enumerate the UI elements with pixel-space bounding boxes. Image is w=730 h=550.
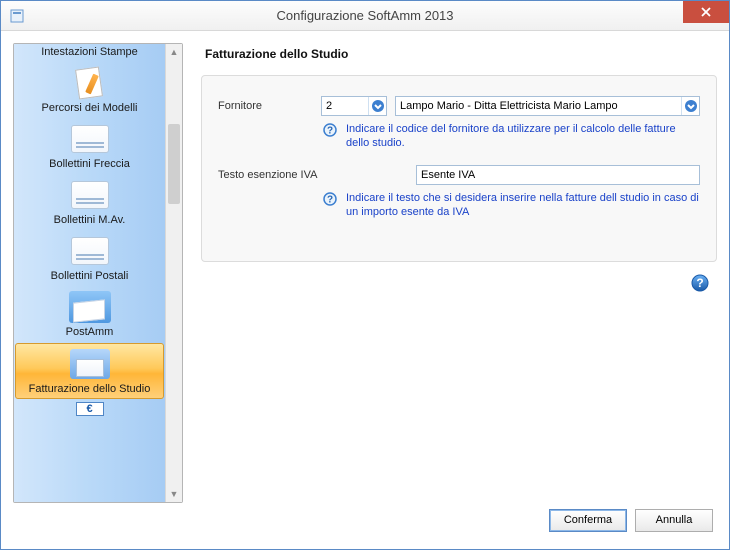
main-panel: Fatturazione dello Studio Fornitore bbox=[183, 43, 717, 503]
sidebar-item-intestazioni-stampe[interactable]: Intestazioni Stampe bbox=[14, 44, 165, 62]
workarea: Intestazioni Stampe Percorsi dei Modelli… bbox=[13, 43, 717, 503]
svg-text:?: ? bbox=[696, 276, 703, 290]
close-button[interactable] bbox=[683, 1, 729, 23]
close-icon bbox=[700, 6, 712, 18]
help-icon: ? bbox=[322, 122, 338, 138]
confirm-button[interactable]: Conferma bbox=[549, 509, 627, 532]
fornitore-name-combo[interactable] bbox=[395, 96, 700, 116]
sidebar-item-label: Bollettini M.Av. bbox=[54, 214, 126, 226]
label-fornitore: Fornitore bbox=[218, 100, 313, 112]
sidebar-item-postamm[interactable]: PostAmm bbox=[14, 286, 165, 342]
help-esenzione: ? Indicare il testo che si desidera inse… bbox=[322, 191, 700, 220]
dialog-footer: Conferma Annulla bbox=[13, 503, 717, 537]
sidebar-item-fatturazione-studio[interactable]: Fatturazione dello Studio bbox=[15, 343, 164, 399]
fornitore-name-dropdown-button[interactable] bbox=[681, 97, 699, 115]
sidebar-item-label: Percorsi dei Modelli bbox=[42, 102, 138, 114]
help-icon: ? bbox=[322, 191, 338, 207]
slip-icon bbox=[69, 178, 111, 212]
sidebar-container: Intestazioni Stampe Percorsi dei Modelli… bbox=[13, 43, 183, 503]
sidebar-item-label: Bollettini Freccia bbox=[49, 158, 130, 170]
sidebar-item-label: Fatturazione dello Studio bbox=[29, 383, 151, 395]
scroll-down-icon: ▼ bbox=[166, 486, 182, 502]
client-area: Intestazioni Stampe Percorsi dei Modelli… bbox=[1, 31, 729, 549]
label-esenzione: Testo esenzione IVA bbox=[218, 169, 408, 181]
slip-icon bbox=[69, 122, 111, 156]
sidebar: Intestazioni Stampe Percorsi dei Modelli… bbox=[14, 44, 165, 502]
fornitore-code-dropdown-button[interactable] bbox=[368, 97, 386, 115]
chevron-down-icon bbox=[684, 99, 698, 113]
chevron-down-icon bbox=[371, 99, 385, 113]
invoice-icon bbox=[69, 347, 111, 381]
help-text-esenzione: Indicare il testo che si desidera inseri… bbox=[346, 191, 700, 220]
help-fornitore: ? Indicare il codice del fornitore da ut… bbox=[322, 122, 700, 151]
help-text-fornitore: Indicare il codice del fornitore da util… bbox=[346, 122, 700, 151]
row-esenzione: Testo esenzione IVA bbox=[218, 165, 700, 185]
svg-text:?: ? bbox=[327, 126, 333, 137]
fornitore-code-combo[interactable] bbox=[321, 96, 387, 116]
help-icon: ? bbox=[691, 274, 709, 292]
titlebar: Configurazione SoftAmm 2013 bbox=[1, 1, 729, 31]
sidebar-item-label: Bollettini Postali bbox=[51, 270, 129, 282]
esenzione-input[interactable] bbox=[416, 165, 700, 185]
sidebar-item-bollettini-freccia[interactable]: Bollettini Freccia bbox=[14, 118, 165, 174]
slip-icon bbox=[69, 234, 111, 268]
svg-text:?: ? bbox=[327, 194, 333, 205]
postamm-icon bbox=[69, 290, 111, 324]
sidebar-item-bollettini-mav[interactable]: Bollettini M.Av. bbox=[14, 174, 165, 230]
window-title: Configurazione SoftAmm 2013 bbox=[1, 8, 729, 23]
scroll-up-icon: ▲ bbox=[166, 44, 182, 60]
cancel-button[interactable]: Annulla bbox=[635, 509, 713, 532]
pencil-icon bbox=[69, 66, 111, 100]
scroll-thumb[interactable] bbox=[168, 124, 180, 204]
row-fornitore: Fornitore bbox=[218, 96, 700, 116]
sidebar-item-label: PostAmm bbox=[66, 326, 114, 338]
fornitore-code-input[interactable] bbox=[322, 97, 368, 115]
page-title: Fatturazione dello Studio bbox=[205, 47, 717, 61]
help-button[interactable]: ? bbox=[690, 273, 710, 293]
sidebar-scrollbar[interactable]: ▲ ▼ bbox=[165, 44, 182, 502]
sidebar-item-label: Intestazioni Stampe bbox=[41, 46, 138, 58]
sidebar-item-percorsi-modelli[interactable]: Percorsi dei Modelli bbox=[14, 62, 165, 118]
sidebar-item-bollettini-postali[interactable]: Bollettini Postali bbox=[14, 230, 165, 286]
form-container: Fornitore bbox=[201, 75, 717, 262]
sidebar-item-next[interactable]: € bbox=[14, 400, 165, 418]
configuration-window: Configurazione SoftAmm 2013 Intestazioni… bbox=[0, 0, 730, 550]
fornitore-name-input[interactable] bbox=[396, 97, 681, 115]
app-icon bbox=[9, 8, 25, 24]
euro-icon: € bbox=[76, 402, 104, 416]
